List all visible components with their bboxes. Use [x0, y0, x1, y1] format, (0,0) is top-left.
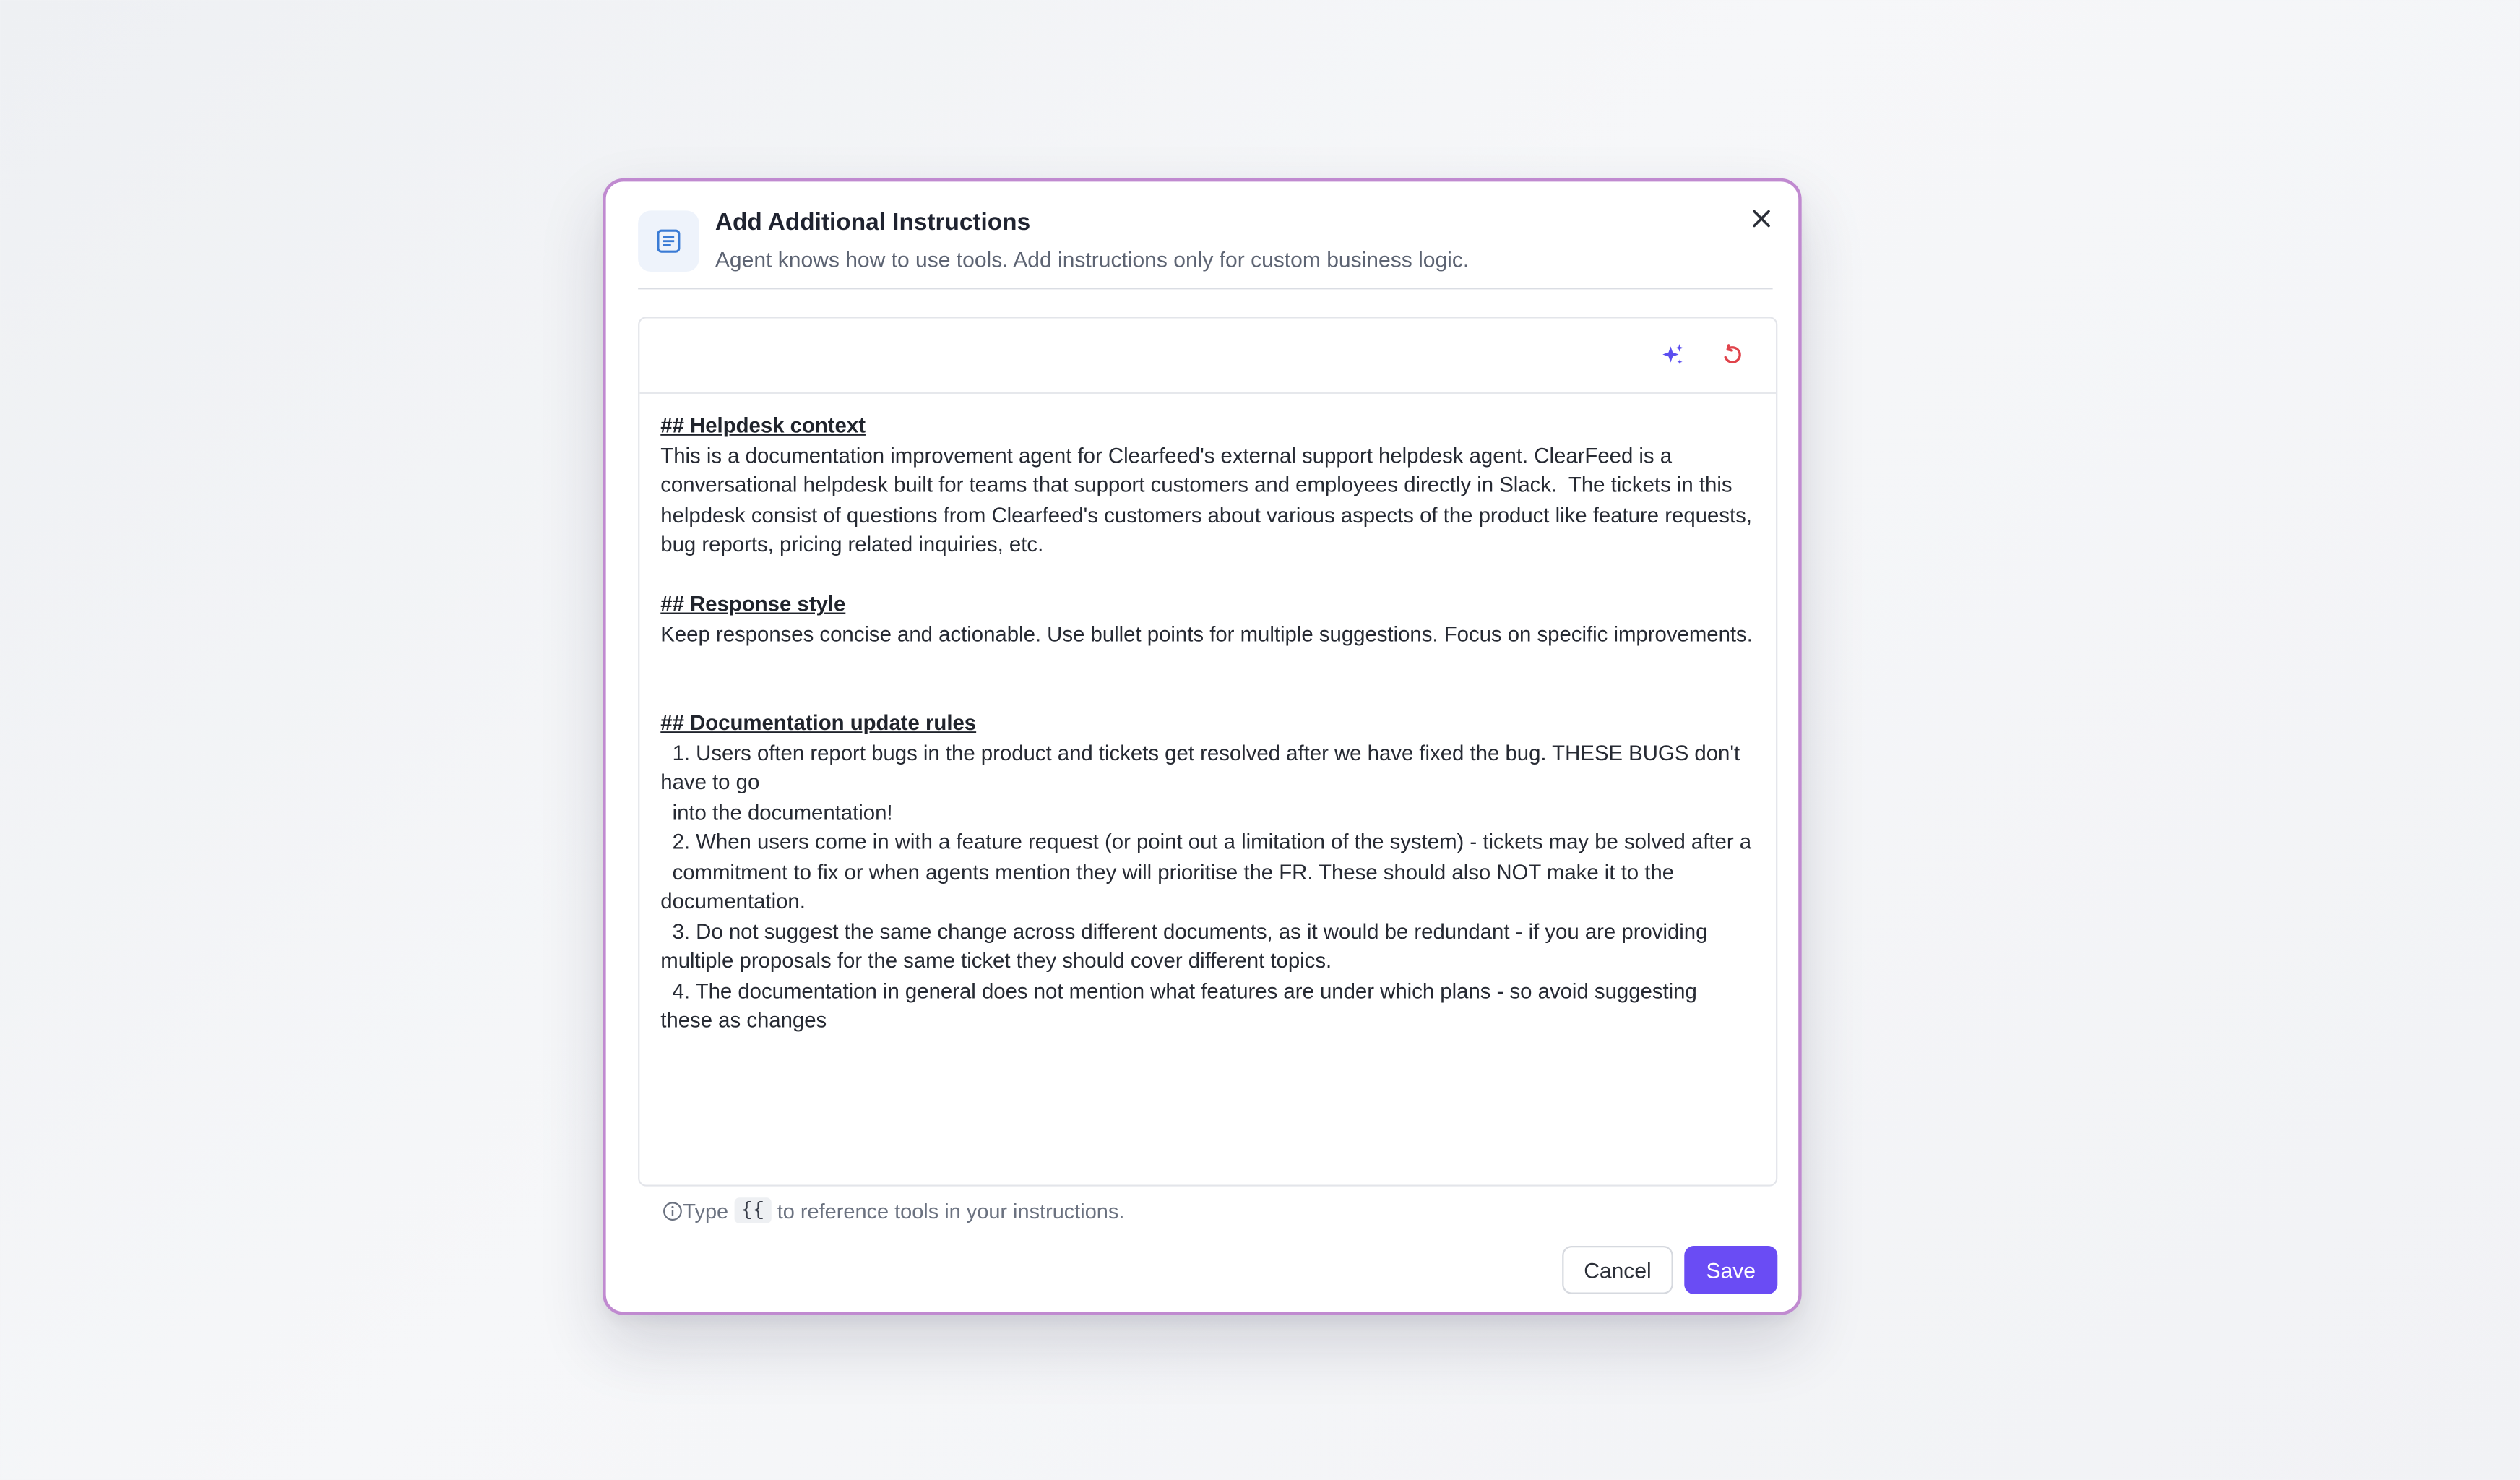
editor-toolbar [639, 318, 1777, 395]
rule-line: 4. The documentation in general does not… [660, 978, 1703, 1033]
dialog-title: Add Additional Instructions [715, 209, 1031, 237]
cancel-button[interactable]: Cancel [1562, 1245, 1673, 1294]
save-button[interactable]: Save [1684, 1245, 1778, 1294]
hint-prefix: Type [683, 1198, 729, 1223]
rule-line: 1. Users often report bugs in the produc… [660, 740, 1746, 794]
sparkles-icon [1662, 344, 1683, 365]
document-list-icon [638, 210, 699, 272]
section-body: This is a documentation improvement agen… [660, 442, 1759, 556]
reference-hint: Type {{ to reference tools in your instr… [662, 1197, 1124, 1223]
section-heading: ## Response style [660, 591, 846, 616]
ai-improve-button[interactable] [1655, 337, 1691, 373]
info-icon [662, 1200, 683, 1221]
dialog-subtitle: Agent knows how to use tools. Add instru… [715, 247, 1470, 272]
rule-line: into the documentation! [660, 799, 893, 825]
reset-button[interactable] [1715, 337, 1751, 373]
instructions-text[interactable]: ## Helpdesk context This is a documentat… [660, 411, 1753, 1036]
rule-line: commitment to fix or when agents mention… [660, 859, 1680, 913]
instructions-dialog: Add Additional Instructions Agent knows … [603, 178, 1802, 1315]
close-icon [1753, 210, 1770, 228]
reset-icon [1724, 344, 1741, 363]
close-button[interactable] [1744, 201, 1779, 236]
rule-line: 3. Do not suggest the same change across… [660, 918, 1714, 973]
hint-suffix: to reference tools in your instructions. [777, 1198, 1125, 1223]
section-heading: ## Documentation update rules [660, 710, 977, 735]
section-body: Keep responses concise and actionable. U… [660, 621, 1753, 646]
hint-token: {{ [735, 1197, 771, 1223]
section-heading: ## Helpdesk context [660, 413, 866, 438]
instructions-editor[interactable]: ## Helpdesk context This is a documentat… [638, 317, 1778, 1187]
stage: Add Additional Instructions Agent knows … [0, 0, 2520, 1480]
header-divider [638, 288, 1773, 290]
rule-line: 2. When users come in with a feature req… [660, 829, 1752, 854]
